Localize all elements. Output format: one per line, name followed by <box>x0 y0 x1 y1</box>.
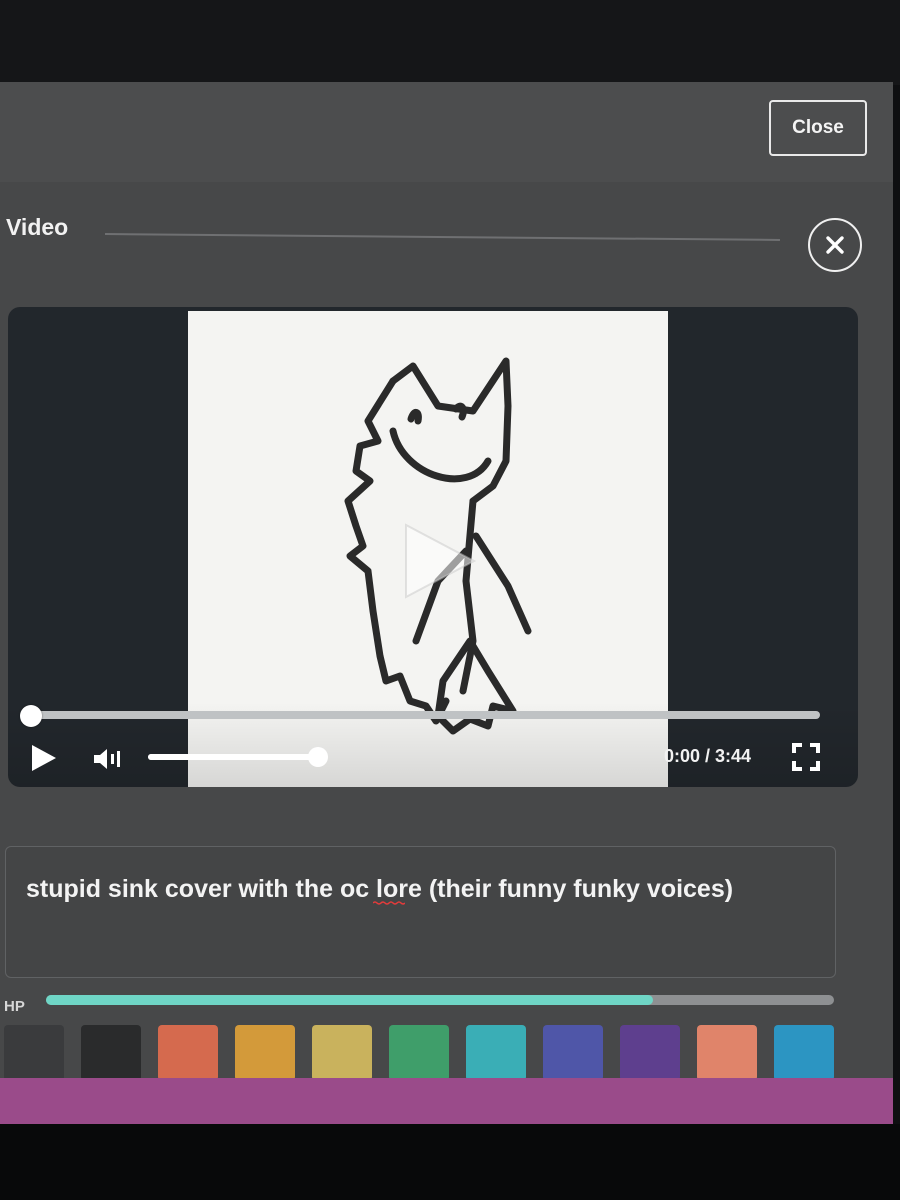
volume-slider-fill <box>148 754 318 760</box>
hp-bar-fill <box>46 995 653 1005</box>
texture-swatch[interactable] <box>235 1025 295 1081</box>
volume-icon[interactable] <box>92 747 122 771</box>
texture-swatch[interactable] <box>466 1025 526 1081</box>
dismiss-button[interactable] <box>808 218 862 272</box>
hp-label: HP <box>4 998 25 1015</box>
top-bezel <box>0 0 900 85</box>
texture-swatch[interactable] <box>312 1025 372 1081</box>
texture-swatch[interactable] <box>81 1025 141 1081</box>
texture-swatch[interactable] <box>620 1025 680 1081</box>
hp-bar <box>46 995 834 1005</box>
fullscreen-icon[interactable] <box>791 742 821 772</box>
bottom-accent-bar <box>0 1078 893 1124</box>
section-title: Video <box>6 214 69 240</box>
play-icon[interactable] <box>30 743 58 773</box>
close-button[interactable]: Close <box>769 100 867 156</box>
modal-header <box>0 82 893 182</box>
texture-swatch[interactable] <box>389 1025 449 1081</box>
close-icon <box>826 236 844 254</box>
description-field[interactable]: stupid sink cover with the oc lore (thei… <box>5 846 836 978</box>
volume-handle[interactable] <box>308 747 328 767</box>
time-readout: 0:00 / 3:44 <box>664 746 752 766</box>
texture-swatch-row <box>4 1025 844 1085</box>
video-player[interactable]: 0:00 / 3:44 <box>8 307 858 787</box>
texture-swatch[interactable] <box>697 1025 757 1081</box>
volume-slider[interactable] <box>148 754 318 760</box>
texture-swatch[interactable] <box>158 1025 218 1081</box>
texture-swatch[interactable] <box>4 1025 64 1081</box>
texture-swatch[interactable] <box>774 1025 834 1081</box>
seek-bar[interactable] <box>32 711 820 719</box>
play-overlay-icon[interactable] <box>400 519 480 603</box>
seek-handle[interactable] <box>20 705 42 727</box>
spellcheck-underline <box>373 901 405 905</box>
texture-swatch[interactable] <box>543 1025 603 1081</box>
bottom-bezel <box>0 1124 900 1200</box>
description-text: stupid sink cover with the oc lore (thei… <box>26 875 734 903</box>
